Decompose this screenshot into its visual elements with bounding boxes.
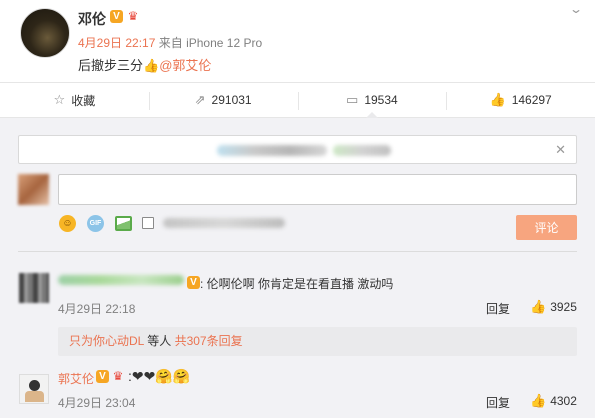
thumbs-up-emoji-icon: 👍 (143, 58, 160, 73)
repost-count: 291031 (211, 93, 252, 107)
action-bar: ☆ 收藏 ⇗ 291031 ▭ 19534 👍 146297 (0, 82, 595, 118)
like-button[interactable]: 👍 146297 (446, 83, 595, 117)
chevron-down-icon[interactable]: ⌄ (569, 2, 583, 16)
comment-section: ✕ ☺ GIF 评论 V : 伦啊伦啊 你肯定是在看直播 激动吗 4月29日 2… (0, 118, 595, 418)
blurred-checkbox-label (163, 218, 285, 228)
post-text-content: 后撤步三分 (78, 58, 144, 73)
favorite-button[interactable]: ☆ 收藏 (0, 83, 149, 117)
comment-emoji-content: ❤❤🤗🤗 (131, 368, 191, 384)
comment-like-count: 4302 (550, 394, 577, 408)
sub-replies-link[interactable]: 只为你心动DL 等人 共307条回复 (58, 327, 577, 356)
comment-like-count: 3925 (550, 300, 577, 314)
image-button[interactable] (114, 214, 133, 233)
composer-tools: ☺ GIF (58, 213, 285, 233)
gif-icon: GIF (87, 214, 104, 232)
emoji-icon: ☺ (59, 214, 76, 232)
reply-button[interactable]: 回复 (486, 300, 510, 317)
crown-badge-icon[interactable]: ♛ (126, 10, 140, 23)
repost-checkbox[interactable] (142, 217, 154, 229)
author-name[interactable]: 邓伦 (78, 9, 106, 29)
crown-badge-icon[interactable]: ♛ (111, 370, 125, 383)
post-date[interactable]: 4月29日 22:17 (78, 36, 155, 50)
mention-link[interactable]: @郭艾伦 (159, 58, 211, 73)
comment-text-content: 伦啊伦啊 你肯定是在看直播 激动吗 (206, 277, 394, 291)
post-text: 后撤步三分👍@郭艾伦 (78, 55, 211, 74)
commenter-avatar[interactable] (19, 273, 49, 303)
post-meta: 4月29日 22:17 来自 iPhone 12 Pro (78, 34, 262, 51)
commenter-name[interactable]: 郭艾伦 (58, 370, 94, 387)
share-icon: ⇗ (194, 92, 206, 107)
commenter-avatar[interactable] (19, 374, 49, 404)
gif-button[interactable]: GIF (86, 214, 105, 233)
divider (18, 251, 577, 252)
reply-button[interactable]: 回复 (486, 394, 510, 411)
sub-reply-count[interactable]: 共307条回复 (175, 334, 243, 348)
comment-count: 19534 (364, 93, 398, 107)
comment-like-button[interactable]: 👍 3925 (530, 299, 577, 315)
author-avatar[interactable] (20, 8, 70, 58)
verified-badge-icon[interactable]: V (110, 10, 123, 23)
comment-like-button[interactable]: 👍 4302 (530, 393, 577, 409)
post-source: 来自 iPhone 12 Pro (158, 36, 263, 50)
repost-button[interactable]: ⇗ 291031 (148, 83, 298, 117)
blurred-notice-text (217, 145, 327, 156)
thumbs-up-icon: 👍 (530, 393, 547, 408)
star-icon: ☆ (53, 92, 66, 107)
sub-reply-middle: 等人 (143, 334, 175, 348)
comment-time[interactable]: 4月29日 23:04 (58, 394, 135, 411)
verified-badge-icon[interactable]: V (96, 370, 109, 383)
favorite-label: 收藏 (71, 93, 96, 108)
post: 邓伦 V ♛ 4月29日 22:17 来自 iPhone 12 Pro 后撤步三… (0, 0, 595, 82)
avatar-body (25, 391, 44, 402)
notice-banner: ✕ (18, 135, 577, 164)
verified-badge-icon[interactable]: V (187, 276, 200, 289)
sub-reply-user[interactable]: 只为你心动DL (69, 334, 144, 348)
comment-text: : 伦啊伦啊 你肯定是在看直播 激动吗 (200, 277, 394, 291)
close-icon[interactable]: ✕ (555, 142, 566, 158)
image-icon (115, 215, 132, 231)
comment-button[interactable]: ▭ 19534 (297, 83, 447, 118)
like-count: 146297 (511, 93, 552, 107)
current-user-avatar[interactable] (18, 174, 49, 205)
avatar-face (29, 380, 40, 391)
author-badges: V ♛ (110, 10, 140, 23)
comment-input[interactable] (58, 174, 577, 205)
commenter-badges: V ♛ (96, 370, 125, 383)
comment-time[interactable]: 4月29日 22:18 (58, 300, 135, 317)
thumbs-up-icon: 👍 (489, 92, 506, 107)
blurred-notice-link[interactable] (333, 145, 391, 156)
thumbs-up-icon: 👍 (530, 299, 547, 314)
comment-icon: ▭ (346, 92, 359, 107)
comment-text: :❤❤🤗🤗 (128, 368, 191, 384)
emoji-button[interactable]: ☺ (58, 214, 77, 233)
submit-comment-button[interactable]: 评论 (516, 215, 577, 240)
blurred-commenter-name[interactable] (58, 275, 184, 285)
